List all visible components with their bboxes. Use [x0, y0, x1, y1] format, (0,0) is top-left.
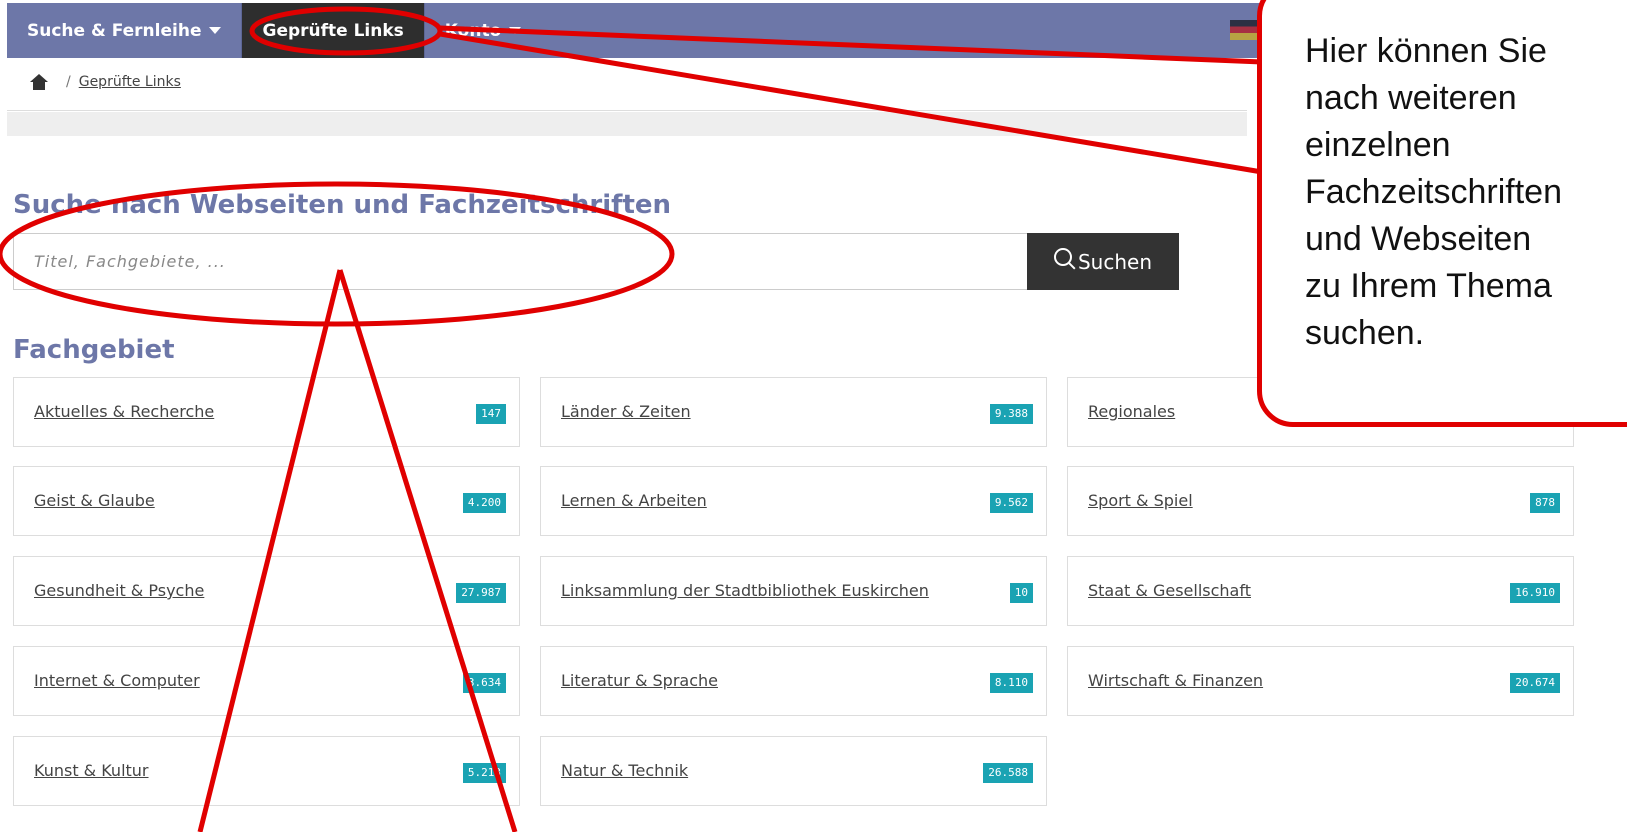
- nav-item-label: Geprüfte Links: [262, 20, 404, 41]
- nav-item-label: Suche & Fernleihe: [27, 20, 202, 41]
- search-heading: Suche nach Webseiten und Fachzeitschrift…: [13, 190, 672, 220]
- category-label[interactable]: Geist & Glaube: [34, 491, 155, 510]
- category-count-badge: 878: [1530, 493, 1560, 513]
- flag-icon[interactable]: [1230, 20, 1260, 40]
- category-tile[interactable]: Gesundheit & Psyche 27.987: [13, 556, 520, 626]
- search-icon: [1053, 247, 1072, 266]
- category-tile[interactable]: Aktuelles & Recherche 147: [13, 377, 520, 447]
- breadcrumb-separator: /: [66, 74, 71, 90]
- category-count-badge: 9.388: [989, 404, 1033, 424]
- category-tile[interactable]: Sport & Spiel 878: [1067, 466, 1574, 536]
- category-tile[interactable]: Natur & Technik 26.588: [540, 736, 1047, 806]
- category-count-badge: 20.674: [1510, 673, 1560, 693]
- nav-item-gepruefte-links[interactable]: Geprüfte Links: [241, 3, 425, 58]
- category-label[interactable]: Sport & Spiel: [1088, 491, 1193, 510]
- category-tile[interactable]: Kunst & Kultur 5.213: [13, 736, 520, 806]
- category-count-badge: 147: [476, 404, 506, 424]
- search-button[interactable]: Suchen: [1027, 233, 1179, 290]
- annotation-text: Hier können Sie nach weiteren einzelnen …: [1305, 32, 1562, 352]
- search-input[interactable]: [13, 233, 1027, 290]
- category-count-badge: 5.213: [462, 763, 506, 783]
- breadcrumb: / Geprüfte Links: [30, 74, 181, 90]
- category-label[interactable]: Staat & Gesellschaft: [1088, 581, 1251, 600]
- category-label[interactable]: Aktuelles & Recherche: [34, 402, 214, 421]
- category-count-badge: 3.634: [462, 673, 506, 693]
- nav-item-label: Konto: [444, 20, 502, 41]
- category-tile[interactable]: Linksammlung der Stadtbibliothek Euskirc…: [540, 556, 1047, 626]
- category-label[interactable]: Kunst & Kultur: [34, 761, 149, 780]
- category-count-badge: 26.588: [983, 763, 1033, 783]
- category-count-badge: 10: [1009, 583, 1033, 603]
- category-count-badge: 27.987: [456, 583, 506, 603]
- category-tile[interactable]: Geist & Glaube 4.200: [13, 466, 520, 536]
- divider: [7, 110, 1247, 111]
- nav-item-suche-fernleihe[interactable]: Suche & Fernleihe: [7, 3, 241, 58]
- category-label[interactable]: Lernen & Arbeiten: [561, 491, 707, 510]
- category-count-badge: 16.910: [1510, 583, 1560, 603]
- category-count-badge: 9.562: [989, 493, 1033, 513]
- caret-down-icon: [509, 27, 522, 34]
- search-button-label: Suchen: [1077, 249, 1153, 274]
- annotation-callout: Hier können Sie nach weiteren einzelnen …: [1257, 0, 1627, 427]
- home-icon[interactable]: [30, 74, 48, 90]
- category-label[interactable]: Natur & Technik: [561, 761, 688, 780]
- caret-down-icon: [209, 27, 222, 34]
- category-tile[interactable]: Länder & Zeiten 9.388: [540, 377, 1047, 447]
- category-tile[interactable]: Literatur & Sprache 8.110: [540, 646, 1047, 716]
- category-tile[interactable]: Wirtschaft & Finanzen 20.674: [1067, 646, 1574, 716]
- category-tile[interactable]: Staat & Gesellschaft 16.910: [1067, 556, 1574, 626]
- nav-item-konto[interactable]: Konto: [425, 3, 541, 58]
- category-heading: Fachgebiet: [13, 335, 175, 365]
- category-tile[interactable]: Lernen & Arbeiten 9.562: [540, 466, 1047, 536]
- info-strip: [7, 112, 1247, 136]
- category-label[interactable]: Wirtschaft & Finanzen: [1088, 671, 1263, 690]
- breadcrumb-current[interactable]: Geprüfte Links: [79, 74, 181, 90]
- category-tile[interactable]: Internet & Computer 3.634: [13, 646, 520, 716]
- category-label[interactable]: Länder & Zeiten: [561, 402, 691, 421]
- category-count-badge: 8.110: [989, 673, 1033, 693]
- category-label[interactable]: Linksammlung der Stadtbibliothek Euskirc…: [561, 581, 929, 600]
- category-label[interactable]: Internet & Computer: [34, 671, 200, 690]
- category-label[interactable]: Regionales: [1088, 402, 1175, 421]
- category-count-badge: 4.200: [462, 493, 506, 513]
- category-label[interactable]: Gesundheit & Psyche: [34, 581, 204, 600]
- category-label[interactable]: Literatur & Sprache: [561, 671, 718, 690]
